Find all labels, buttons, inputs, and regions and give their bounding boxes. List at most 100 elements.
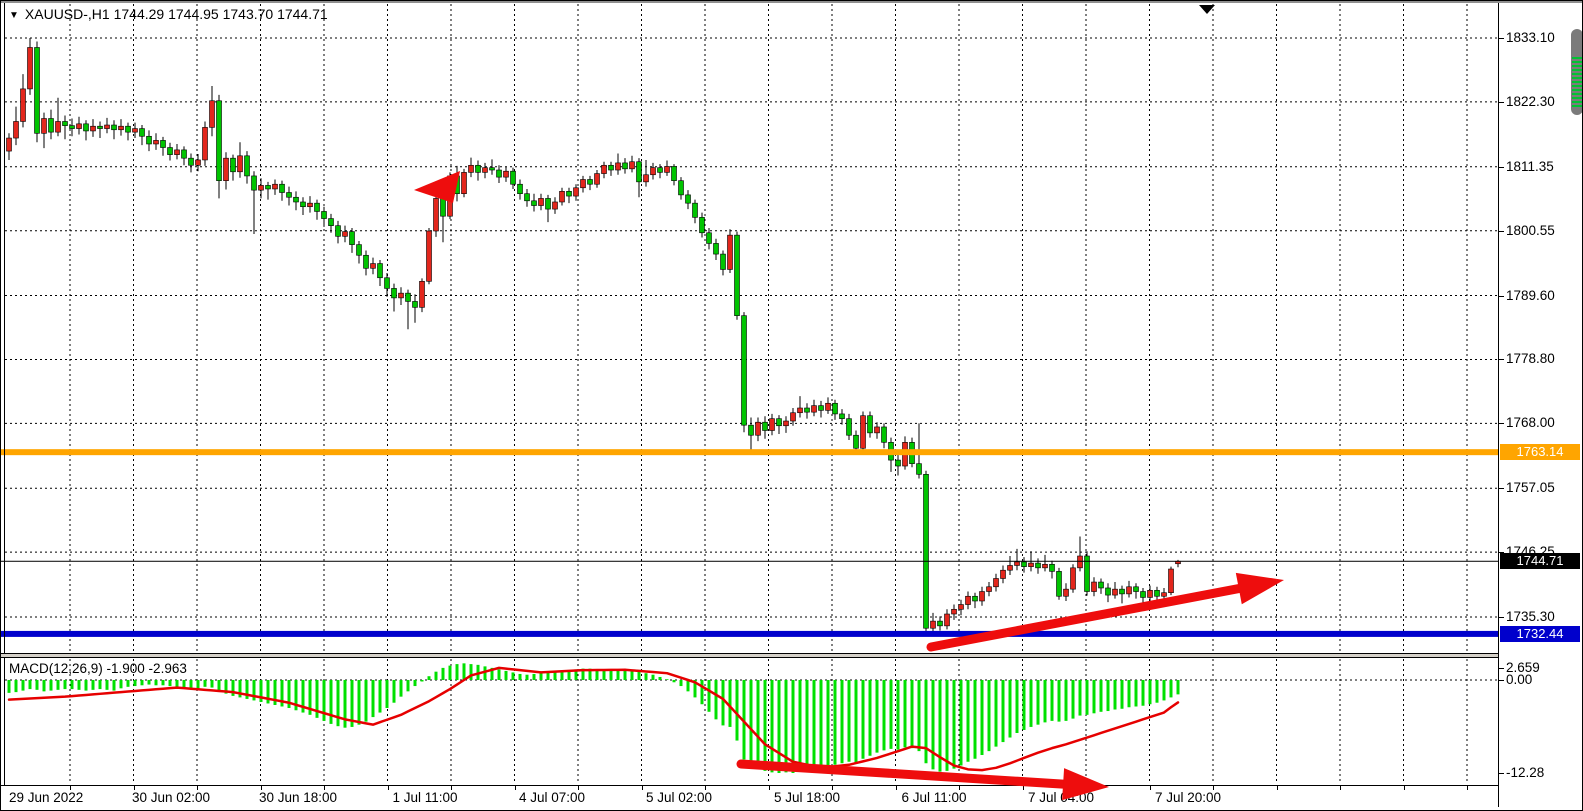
time-tick-mark	[1213, 786, 1214, 790]
time-tick-label: 5 Jul 02:00	[646, 790, 712, 805]
candle-body	[805, 408, 810, 412]
candle-body	[35, 47, 40, 133]
candle-body	[105, 125, 110, 129]
candle-body	[749, 425, 754, 435]
candle-body	[1015, 562, 1020, 566]
time-tick-mark	[1086, 786, 1087, 790]
candle-body	[539, 198, 544, 205]
chart-title-text: XAUUSD-,H1 1744.29 1744.95 1743.70 1744.…	[25, 6, 328, 22]
candle-body	[371, 264, 376, 269]
support-line[interactable]	[1, 631, 1498, 637]
candle-body	[147, 136, 152, 144]
candle-body	[679, 181, 684, 195]
time-tick-mark	[451, 786, 452, 790]
indicator-scale-label: 0.00	[1506, 672, 1532, 687]
indicator-tick-mark	[1499, 668, 1504, 669]
price-tick-label: 1800.55	[1506, 223, 1555, 238]
candle-body	[980, 592, 985, 601]
time-tick-mark	[324, 786, 325, 790]
candle-body	[840, 414, 845, 419]
candle-body	[224, 158, 229, 180]
candle-body	[56, 121, 61, 132]
candle-body	[483, 168, 488, 173]
last-price-line[interactable]	[1, 561, 1498, 562]
candle-body	[91, 126, 96, 131]
candle-body	[1092, 582, 1097, 591]
candle-body	[413, 301, 418, 307]
candle-body	[721, 254, 726, 269]
candle-body	[259, 185, 264, 190]
candle-body	[987, 587, 992, 592]
chart-shift-marker-icon[interactable]	[1199, 5, 1215, 14]
chart-window: ▼XAUUSD-,H1 1744.29 1744.95 1743.70 1744…	[0, 0, 1583, 811]
candle-body	[476, 165, 481, 172]
candle-body	[70, 126, 75, 129]
candle-body	[665, 166, 670, 172]
candle-body	[182, 150, 187, 158]
candle-body	[623, 163, 628, 169]
candle-body	[385, 278, 390, 289]
candle-body	[917, 464, 922, 475]
candle-body	[700, 217, 705, 232]
time-tick-mark	[769, 786, 770, 790]
candle-body	[1078, 556, 1083, 568]
window-top-edge	[1, 1, 1582, 3]
price-tick-label: 1735.30	[1506, 609, 1555, 624]
candle-body	[798, 408, 803, 413]
candle-body	[315, 203, 320, 211]
candle-body	[266, 185, 271, 189]
time-tick-label: 4 Jul 07:00	[519, 790, 585, 805]
time-tick-mark	[1277, 786, 1278, 790]
candle-body	[420, 281, 425, 307]
indicator-label: MACD(12,26,9) -1.900 -2.963	[9, 661, 187, 676]
candle-body	[973, 596, 978, 601]
candle-body	[203, 127, 208, 160]
time-tick-label: 30 Jun 18:00	[259, 790, 337, 805]
time-tick-mark	[642, 786, 643, 790]
candle-body	[189, 158, 194, 165]
candle-body	[791, 413, 796, 421]
price-tick-mark	[1499, 231, 1504, 232]
candle-body	[42, 119, 47, 134]
candle-body	[161, 140, 166, 147]
candle-body	[784, 421, 789, 426]
candle-body	[406, 293, 411, 301]
resistance-line[interactable]	[1, 449, 1498, 455]
candle-body	[714, 243, 719, 254]
candle-body	[427, 231, 432, 281]
candle-body	[1120, 589, 1125, 594]
price-axis[interactable]: 1833.101822.301811.351800.551789.601778.…	[1499, 3, 1583, 806]
candle-body	[616, 163, 621, 170]
candle-body	[763, 422, 768, 430]
candle-body	[154, 140, 159, 144]
main-chart-canvas[interactable]	[1, 1, 1583, 811]
candle-body	[896, 460, 901, 466]
pane-separator[interactable]	[1, 653, 1582, 658]
candle-body	[1029, 563, 1034, 567]
candle-body	[1162, 593, 1167, 597]
candle-body	[1169, 569, 1174, 593]
candle-body	[959, 605, 964, 610]
candle-body	[567, 191, 572, 196]
candle-body	[217, 101, 222, 181]
price-badge-support-line: 1732.44	[1500, 626, 1580, 642]
time-tick-mark	[705, 786, 706, 790]
candle-body	[581, 179, 586, 187]
candle-body	[140, 129, 145, 137]
candle-body	[1113, 589, 1118, 595]
candle-body	[245, 156, 250, 176]
candle-body	[707, 233, 712, 244]
time-tick-mark	[388, 786, 389, 790]
candle-body	[378, 264, 383, 278]
time-axis[interactable]: 29 Jun 202230 Jun 02:0030 Jun 18:001 Jul…	[1, 786, 1498, 807]
candle-body	[273, 184, 278, 189]
pane-left-border	[4, 3, 5, 806]
candle-body	[686, 195, 691, 203]
price-tick-mark	[1499, 296, 1504, 297]
candle-body	[658, 168, 663, 173]
candle-body	[112, 125, 117, 130]
candle-body	[854, 435, 859, 448]
scrollbar-thumb[interactable]	[1571, 29, 1583, 115]
candle-body	[560, 191, 565, 202]
candle-body	[280, 184, 285, 192]
